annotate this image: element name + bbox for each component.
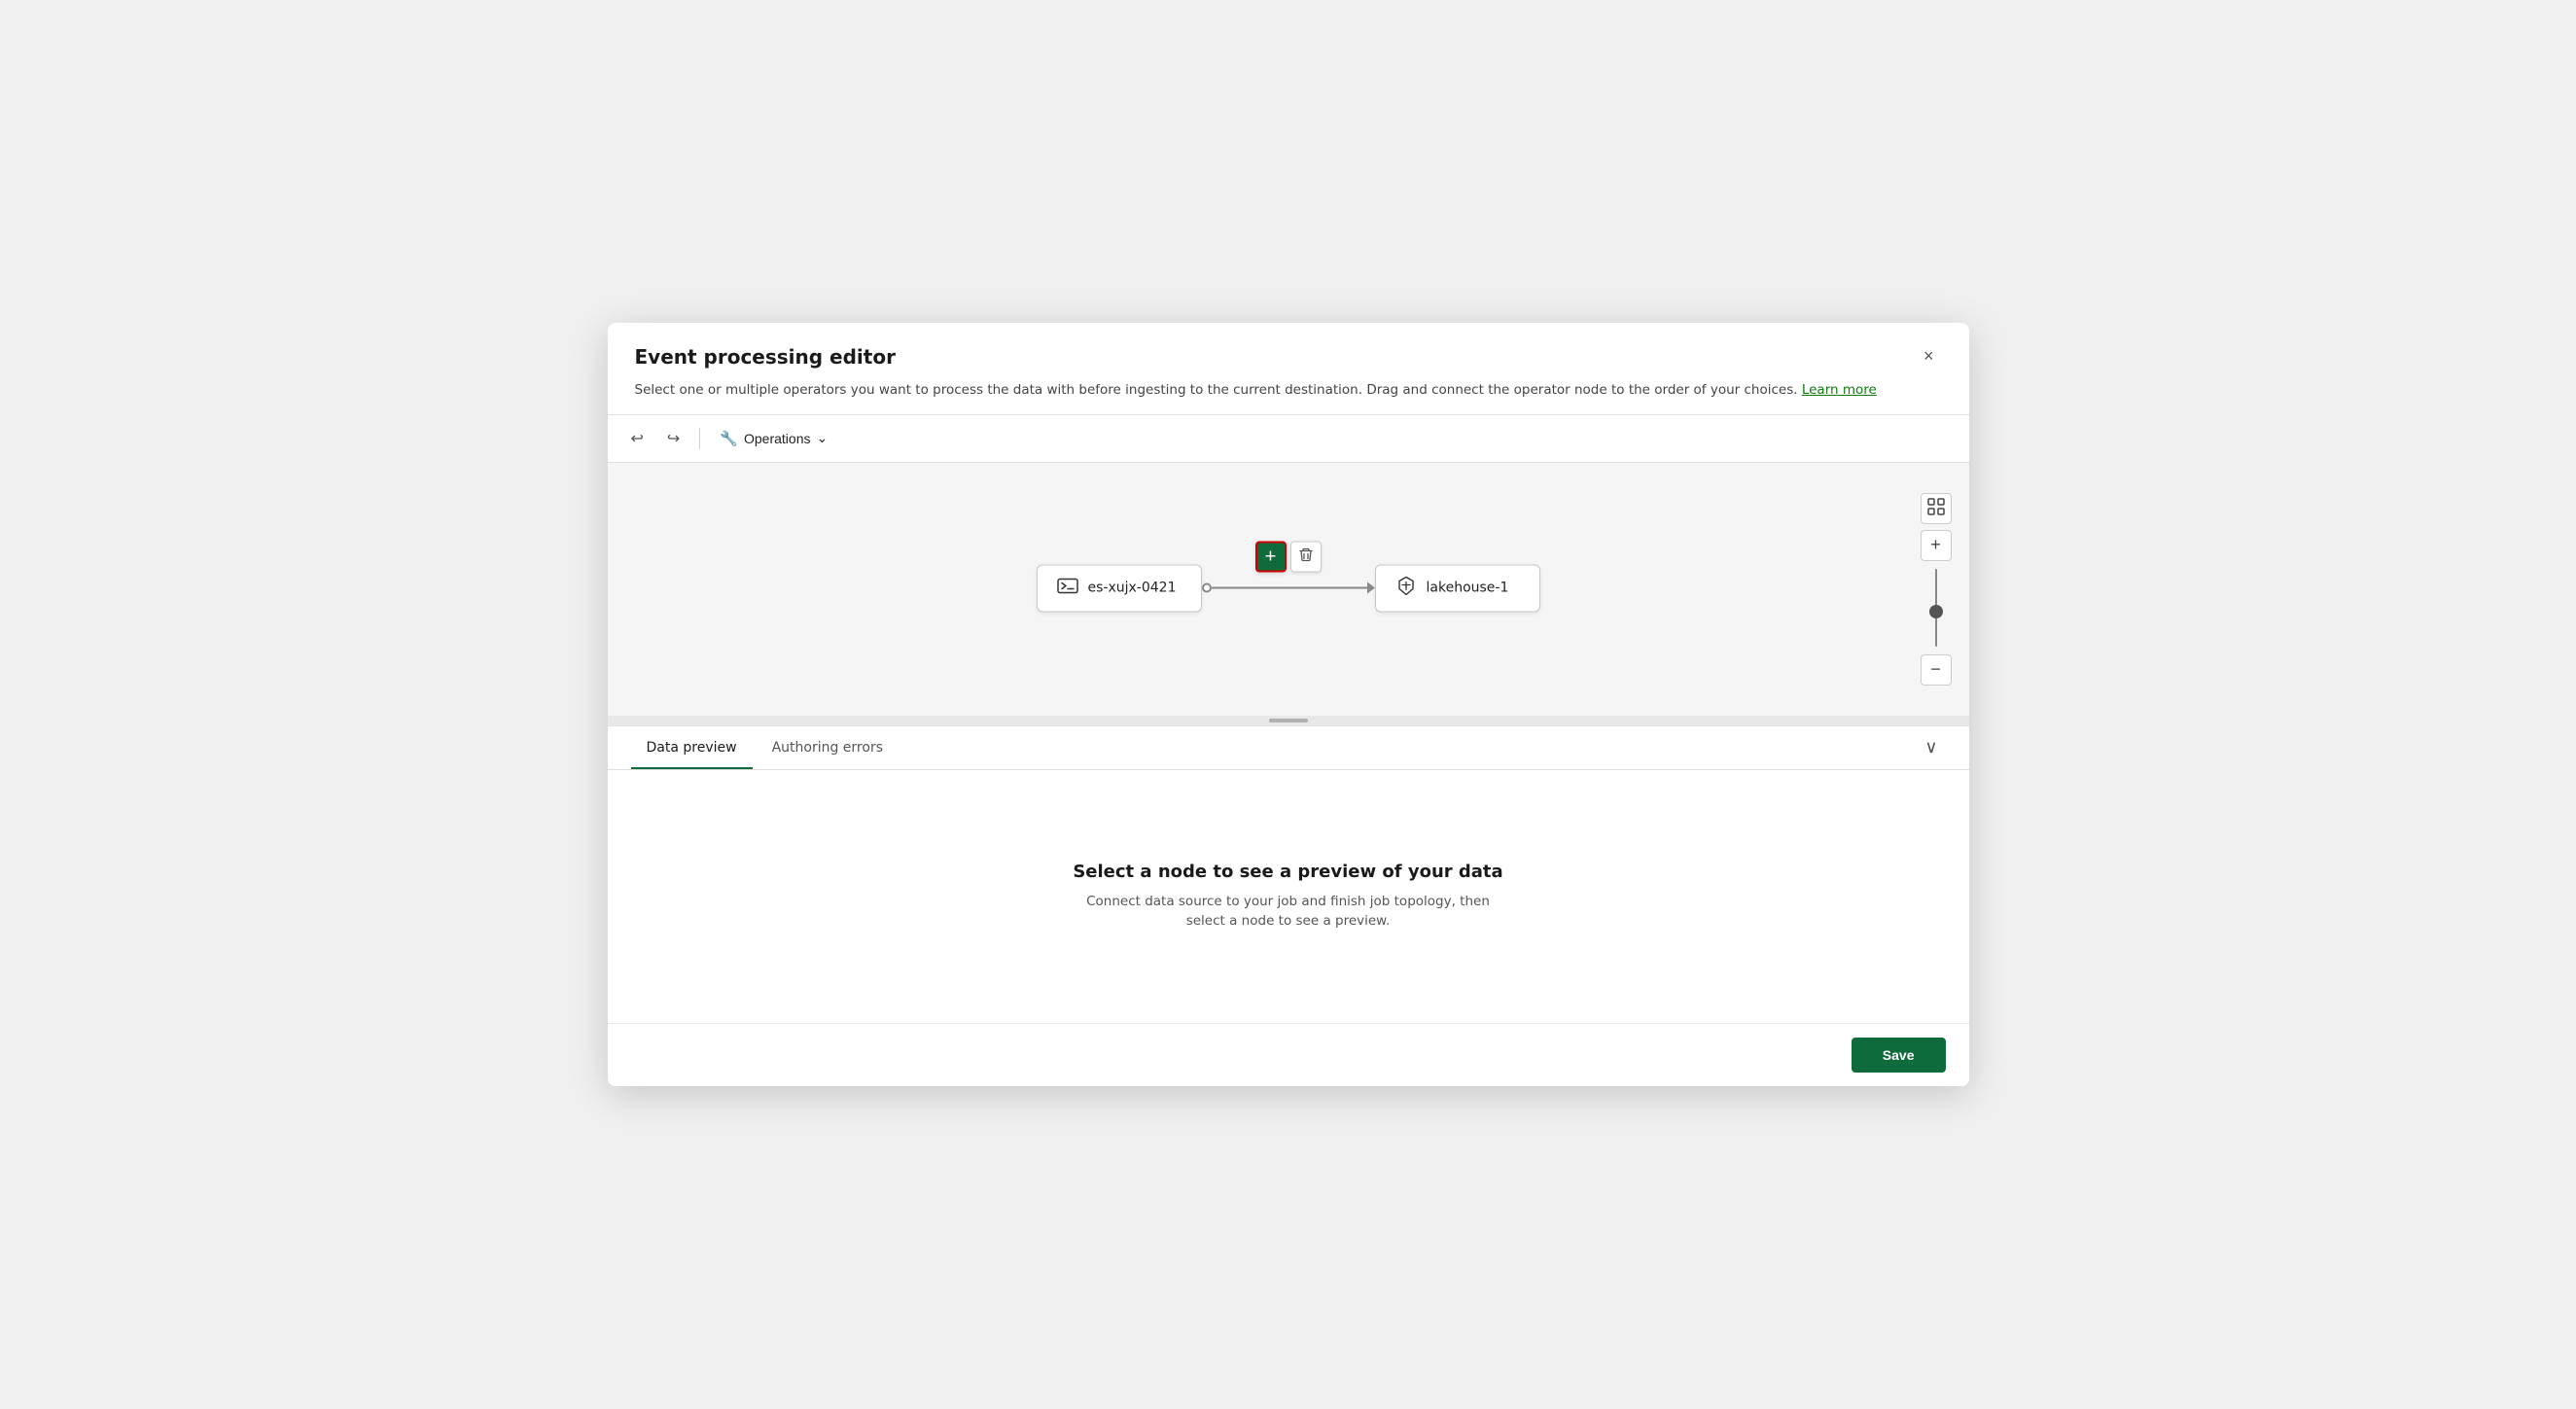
wrench-icon: 🔧 [720,430,738,447]
dialog-header: Event processing editor × Select one or … [608,323,1969,400]
panel-divider[interactable] [608,716,1969,725]
zoom-slider-container [1935,565,1937,651]
source-node[interactable]: es-xujx-0421 [1037,564,1202,612]
toolbar-divider [699,428,700,449]
destination-node-label: lakehouse-1 [1427,581,1509,596]
redo-icon: ↪ [667,429,680,448]
panel-expand-button[interactable]: ∨ [1917,729,1945,765]
editor-toolbar: ↩ ↪ 🔧 Operations ⌄ [608,414,1969,463]
save-button[interactable]: Save [1852,1038,1946,1073]
zoom-fit-button[interactable] [1921,493,1952,524]
preview-description: Connect data source to your job and fini… [1084,892,1493,932]
action-buttons: + [1255,542,1322,573]
connector-line-right [1289,587,1367,589]
destination-node[interactable]: lakehouse-1 [1375,564,1540,612]
data-preview-content: Select a node to see a preview of your d… [608,770,1969,1023]
operations-label: Operations [744,431,810,446]
tab-data-preview[interactable]: Data preview [631,726,753,769]
event-processing-dialog: Event processing editor × Select one or … [608,323,1969,1085]
source-node-label: es-xujx-0421 [1088,581,1177,596]
zoom-slider-thumb [1929,605,1943,618]
flow-connector: + [1202,582,1375,594]
trash-icon [1298,547,1314,567]
flow-nodes: es-xujx-0421 + [1037,564,1540,612]
undo-icon: ↩ [631,429,644,448]
add-operator-button[interactable]: + [1255,542,1287,573]
zoom-slider-track [1935,569,1937,647]
zoom-controls: + − [1921,493,1952,686]
connector-arrow [1367,582,1375,594]
source-node-icon [1057,575,1078,601]
delete-operator-button[interactable] [1290,542,1322,573]
operations-menu-button[interactable]: 🔧 Operations ⌄ [712,425,835,452]
learn-more-link[interactable]: Learn more [1802,382,1877,398]
connector-line-left [1212,587,1289,589]
preview-title: Select a node to see a preview of your d… [1073,862,1502,882]
bottom-panel: Data preview Authoring errors ∨ Select a… [608,725,1969,1023]
zoom-out-button[interactable]: − [1921,654,1952,686]
tab-authoring-errors[interactable]: Authoring errors [757,726,899,769]
plus-icon: + [1265,546,1277,568]
connector-dot [1202,583,1212,593]
tabs-row: Data preview Authoring errors ∨ [608,726,1969,770]
dialog-title: Event processing editor [635,345,896,369]
redo-button[interactable]: ↪ [659,423,688,454]
destination-node-icon [1395,575,1417,601]
undo-button[interactable]: ↩ [623,423,652,454]
dialog-subtitle: Select one or multiple operators you wan… [635,380,1942,400]
chevron-down-icon: ⌄ [816,430,828,446]
zoom-fit-icon [1927,498,1945,518]
flow-canvas[interactable]: es-xujx-0421 + [608,463,1969,716]
close-button[interactable]: × [1916,342,1942,370]
dialog-footer: Save [608,1023,1969,1086]
title-row: Event processing editor × [635,342,1942,370]
divider-pill [1269,719,1308,722]
zoom-in-button[interactable]: + [1921,530,1952,561]
